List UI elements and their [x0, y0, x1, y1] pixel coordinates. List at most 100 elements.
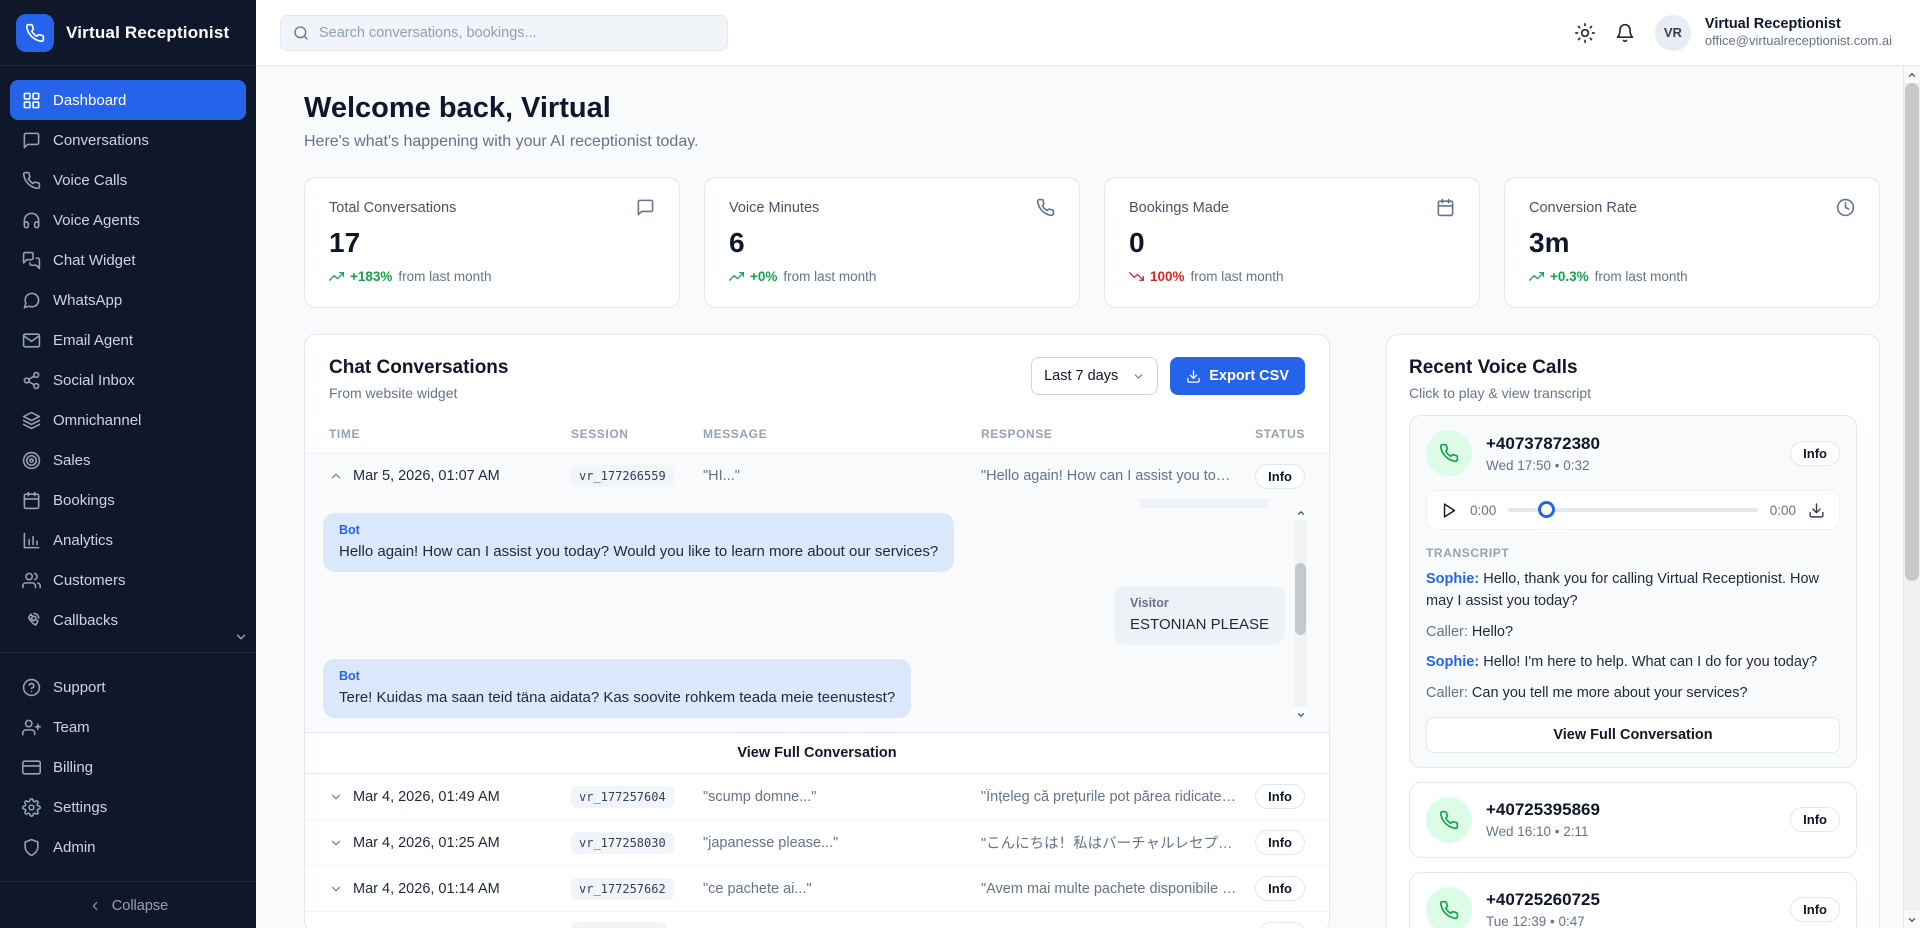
voice-call-card[interactable]: +40737872380 Wed 17:50 • 0:32 Info 0:00 [1409, 415, 1857, 768]
scroll-up-icon[interactable] [1294, 505, 1307, 520]
sidebar-item-callbacks[interactable]: Callbacks [10, 600, 246, 640]
search-input[interactable] [319, 25, 715, 41]
notifications-button[interactable] [1615, 23, 1635, 43]
chevron-up-icon[interactable] [329, 469, 343, 483]
sidebar-item-omnichannel[interactable]: Omnichannel [10, 400, 246, 440]
bubble-text: Tere! Kuidas ma saan teid täna aidata? K… [339, 689, 895, 706]
table-row[interactable]: Mar 4, 2026, 01:14 AM vr_177257662 "ce p… [305, 866, 1329, 912]
topbar: VR Virtual Receptionist office@virtualre… [256, 0, 1920, 66]
brand-logo [16, 14, 54, 52]
trending-up-icon [1529, 269, 1544, 284]
scrollbar-thumb[interactable] [1295, 563, 1306, 635]
sidebar-item-dashboard[interactable]: Dashboard [10, 80, 246, 120]
sidebar-item-bookings[interactable]: Bookings [10, 480, 246, 520]
sidebar-item-label: Omnichannel [53, 412, 141, 429]
phone-callback-icon [22, 611, 41, 630]
scroll-down-icon[interactable] [1294, 707, 1307, 722]
target-icon [22, 451, 41, 470]
status-badge[interactable]: Info [1255, 830, 1305, 855]
chevron-down-icon [1132, 370, 1145, 383]
sidebar-item-social-inbox[interactable]: Social Inbox [10, 360, 246, 400]
sidebar-item-billing[interactable]: Billing [10, 747, 246, 787]
sidebar-item-voice-calls[interactable]: Voice Calls [10, 160, 246, 200]
bubble-sender: Visitor [1130, 596, 1269, 610]
session-badge: vr_177257604 [571, 786, 674, 808]
sidebar-item-email-agent[interactable]: Email Agent [10, 320, 246, 360]
info-badge[interactable]: Info [1790, 441, 1840, 466]
play-button[interactable] [1441, 502, 1458, 519]
status-badge[interactable]: Info [1255, 464, 1305, 489]
info-badge[interactable]: Info [1790, 807, 1840, 832]
table-row-partial [305, 912, 1329, 928]
stat-label: Bookings Made [1129, 200, 1229, 216]
sidebar-item-customers[interactable]: Customers [10, 560, 246, 600]
voice-call-card[interactable]: +40725260725 Tue 12:39 • 0:47 Info [1409, 872, 1857, 928]
sidebar-item-team[interactable]: Team [10, 707, 246, 747]
brand-header: Virtual Receptionist [0, 0, 256, 66]
topbar-right: VR Virtual Receptionist office@virtualre… [1575, 15, 1892, 51]
sidebar-item-chat-widget[interactable]: Chat Widget [10, 240, 246, 280]
user-email: office@virtualreceptionist.com.ai [1705, 33, 1892, 49]
bubble-text: Hello again! How can I assist you today?… [339, 543, 938, 560]
page-subtitle: Here's what's happening with your AI rec… [304, 133, 1880, 151]
view-full-conversation-button[interactable]: View Full Conversation [1426, 717, 1840, 753]
download-recording-button[interactable] [1808, 502, 1825, 519]
export-csv-button[interactable]: Export CSV [1170, 357, 1305, 395]
sidebar-item-whatsapp[interactable]: WhatsApp [10, 280, 246, 320]
sidebar-item-label: Customers [53, 572, 126, 589]
phone-icon [22, 171, 41, 190]
scrollbar-thumb[interactable] [1905, 83, 1919, 581]
scroll-up-icon[interactable] [1904, 66, 1920, 83]
row-time: Mar 4, 2026, 01:49 AM [353, 789, 500, 805]
chevron-down-icon[interactable] [329, 836, 343, 850]
sidebar-scroll-chevron-down-icon[interactable] [234, 630, 248, 644]
sidebar-item-settings[interactable]: Settings [10, 787, 246, 827]
sidebar-item-label: Support [53, 679, 106, 696]
chevron-down-icon[interactable] [329, 882, 343, 896]
user-meta[interactable]: Virtual Receptionist office@virtualrecep… [1705, 15, 1892, 49]
chevron-down-icon[interactable] [329, 790, 343, 804]
table-row[interactable]: Mar 5, 2026, 01:07 AM vr_177266559 "HI..… [305, 453, 1329, 499]
theme-toggle-button[interactable] [1575, 23, 1595, 43]
row-response: "Înțeleg că prețurile pot părea ridicate… [981, 789, 1247, 805]
sidebar-item-support[interactable]: Support [10, 667, 246, 707]
stat-delta-suffix: from last month [783, 269, 876, 284]
status-badge[interactable]: Info [1255, 876, 1305, 901]
sidebar-item-label: Bookings [53, 492, 115, 509]
view-full-conversation-link[interactable]: View Full Conversation [305, 732, 1329, 774]
sidebar-item-admin[interactable]: Admin [10, 827, 246, 867]
sidebar-item-voice-agents[interactable]: Voice Agents [10, 200, 246, 240]
chat-widget-icon [22, 251, 41, 270]
avatar[interactable]: VR [1655, 15, 1691, 51]
search-icon [293, 25, 309, 41]
transcript-text: Hello, thank you for calling Virtual Rec… [1426, 571, 1819, 609]
table-row[interactable]: Mar 4, 2026, 01:49 AM vr_177257604 "scum… [305, 774, 1329, 820]
message-square-icon [22, 131, 41, 150]
sidebar-collapse-button[interactable]: Collapse [0, 881, 256, 928]
player-total-time: 0:00 [1770, 503, 1796, 518]
transcript-line: Sophie Hello, thank you for calling Virt… [1426, 569, 1840, 613]
call-number: +40725260725 [1486, 890, 1600, 910]
search-box[interactable] [280, 15, 728, 51]
scroll-down-icon[interactable] [1904, 911, 1920, 928]
slider-knob[interactable] [1538, 501, 1555, 518]
sidebar-item-label: Dashboard [53, 92, 126, 109]
voice-call-card[interactable]: +40725395869 Wed 16:10 • 2:11 Info [1409, 782, 1857, 858]
sidebar-item-analytics[interactable]: Analytics [10, 520, 246, 560]
sidebar-item-label: Conversations [53, 132, 149, 149]
table-row[interactable]: Mar 4, 2026, 01:25 AM vr_177258030 "japa… [305, 820, 1329, 866]
session-badge: vr_177266559 [571, 465, 674, 487]
date-range-select[interactable]: Last 7 days [1031, 357, 1158, 395]
sidebar-item-label: Callbacks [53, 612, 118, 629]
info-badge[interactable]: Info [1790, 897, 1840, 922]
message-circle-icon [22, 291, 41, 310]
conversation-scrollbar[interactable] [1294, 505, 1307, 722]
sidebar-item-conversations[interactable]: Conversations [10, 120, 246, 160]
status-badge[interactable]: Info [1255, 784, 1305, 809]
sidebar-item-sales[interactable]: Sales [10, 440, 246, 480]
page-scrollbar[interactable] [1903, 66, 1920, 928]
seek-slider[interactable] [1508, 501, 1757, 519]
voice-section-subtitle: Click to play & view transcript [1409, 385, 1857, 401]
row-time: Mar 4, 2026, 01:14 AM [353, 881, 500, 897]
sidebar-item-label: Admin [53, 839, 96, 856]
